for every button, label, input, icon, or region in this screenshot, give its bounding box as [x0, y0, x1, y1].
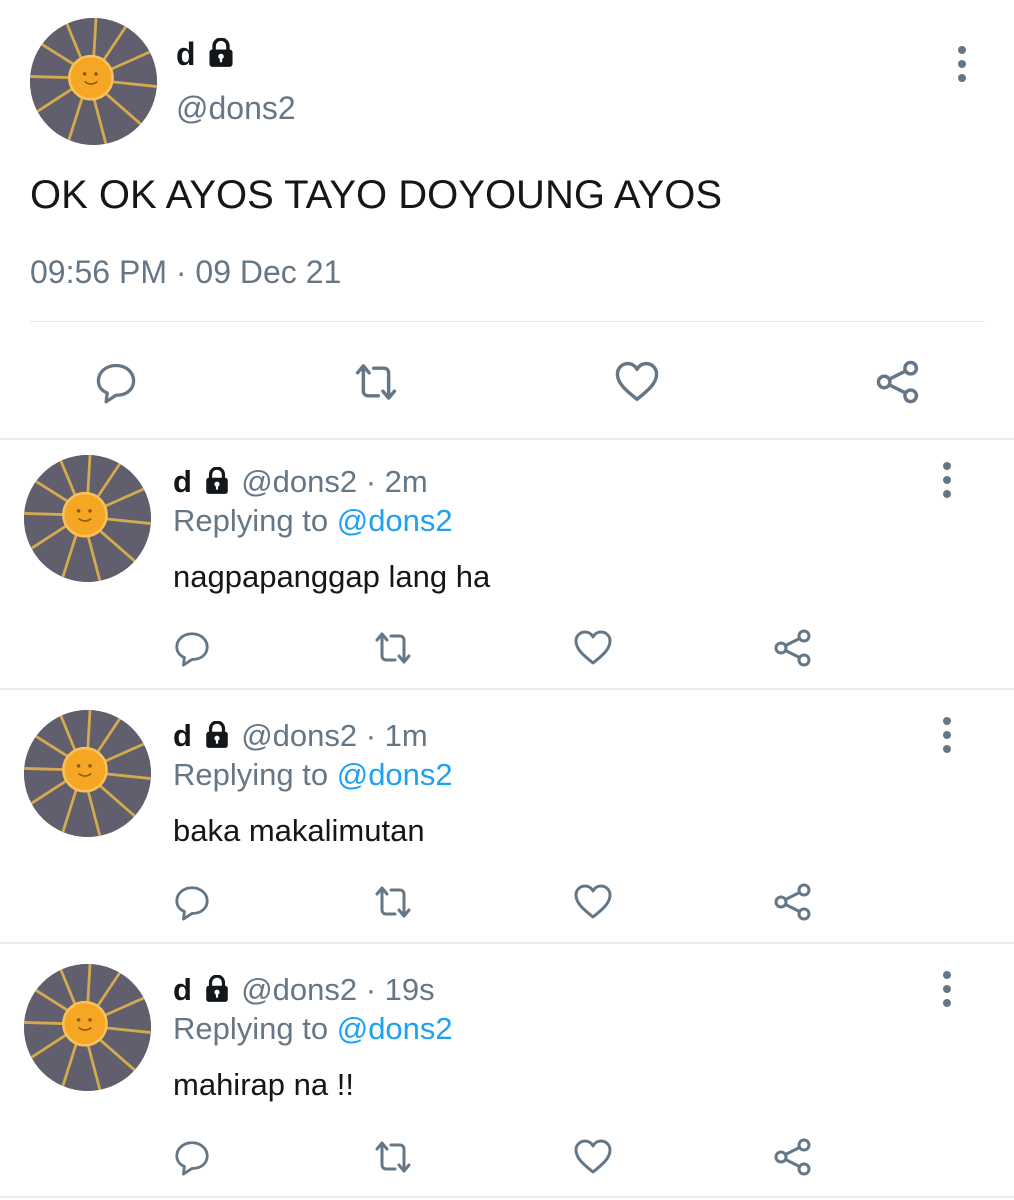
share-icon — [875, 359, 921, 405]
divider — [0, 1196, 1014, 1198]
divider — [30, 321, 985, 322]
time: 09:56 PM — [30, 254, 167, 290]
sun-avatar-icon — [24, 710, 151, 837]
replying-label: Replying to — [173, 757, 337, 792]
retweet-button[interactable] — [373, 882, 413, 922]
like-icon — [573, 628, 613, 668]
avatar[interactable] — [30, 18, 157, 145]
main-tweet-author[interactable]: d — [176, 36, 236, 72]
retweet-icon — [373, 628, 413, 668]
replying-handle-link[interactable]: @dons2 — [337, 757, 453, 792]
reply-text: mahirap na !! — [173, 1067, 354, 1102]
replying-label: Replying to — [173, 503, 337, 538]
separator: · — [175, 254, 187, 290]
sun-avatar-icon — [24, 964, 151, 1091]
share-icon — [773, 882, 813, 922]
reply-header: d @dons2 · 19s — [173, 972, 435, 1008]
retweet-icon — [373, 882, 413, 922]
reply-button[interactable] — [172, 628, 212, 668]
share-button[interactable] — [874, 358, 922, 406]
share-icon — [773, 1137, 813, 1177]
replying-to: Replying to @dons2 — [173, 757, 453, 793]
reply-button[interactable] — [172, 1137, 212, 1177]
reply-button[interactable] — [92, 358, 140, 406]
like-button[interactable] — [573, 628, 613, 668]
share-button[interactable] — [773, 628, 813, 668]
replying-handle-link[interactable]: @dons2 — [337, 1011, 453, 1046]
display-name: d — [176, 36, 196, 72]
display-name[interactable]: d — [173, 718, 192, 753]
handle-time: @dons2 · 2m — [241, 464, 428, 499]
share-icon — [773, 628, 813, 668]
retweet-button[interactable] — [373, 628, 413, 668]
more-options-icon[interactable] — [940, 462, 954, 498]
like-icon — [573, 1137, 613, 1177]
display-name[interactable]: d — [173, 464, 192, 499]
reply-header: d @dons2 · 2m — [173, 464, 428, 500]
like-icon — [614, 359, 660, 405]
display-name[interactable]: d — [173, 972, 192, 1007]
share-button[interactable] — [773, 1137, 813, 1177]
avatar[interactable] — [24, 455, 151, 582]
handle-time: @dons2 · 19s — [241, 972, 435, 1007]
more-options-icon[interactable] — [955, 46, 969, 82]
more-options-icon[interactable] — [940, 971, 954, 1007]
reply-text: baka makalimutan — [173, 813, 425, 848]
lock-icon — [203, 721, 231, 749]
date: 09 Dec 21 — [195, 254, 342, 290]
handle-time: @dons2 · 1m — [241, 718, 428, 753]
reply-icon — [173, 629, 211, 667]
retweet-icon — [353, 359, 399, 405]
avatar[interactable] — [24, 710, 151, 837]
more-options-icon[interactable] — [940, 717, 954, 753]
replying-to: Replying to @dons2 — [173, 1011, 453, 1047]
retweet-button[interactable] — [352, 358, 400, 406]
reply-icon — [173, 883, 211, 921]
like-icon — [573, 882, 613, 922]
share-button[interactable] — [773, 882, 813, 922]
reply-icon — [173, 1138, 211, 1176]
reply-button[interactable] — [172, 882, 212, 922]
lock-icon — [206, 38, 236, 68]
lock-icon — [203, 467, 231, 495]
divider — [0, 942, 1014, 944]
replying-handle-link[interactable]: @dons2 — [337, 503, 453, 538]
divider — [0, 438, 1014, 440]
handle: @dons2 — [176, 90, 296, 126]
tweet-timestamp: 09:56 PM · 09 Dec 21 — [30, 254, 341, 290]
retweet-button[interactable] — [373, 1137, 413, 1177]
like-button[interactable] — [613, 358, 661, 406]
avatar[interactable] — [24, 964, 151, 1091]
replying-to: Replying to @dons2 — [173, 503, 453, 539]
reply-header: d @dons2 · 1m — [173, 718, 428, 754]
like-button[interactable] — [573, 882, 613, 922]
lock-icon — [203, 975, 231, 1003]
sun-avatar-icon — [24, 455, 151, 582]
divider — [0, 688, 1014, 690]
reply-icon — [94, 360, 138, 404]
retweet-icon — [373, 1137, 413, 1177]
like-button[interactable] — [573, 1137, 613, 1177]
reply-text: nagpapanggap lang ha — [173, 559, 491, 594]
sun-avatar-icon — [30, 18, 157, 145]
replying-label: Replying to — [173, 1011, 337, 1046]
tweet-text: OK OK AYOS TAYO DOYOUNG AYOS — [30, 173, 723, 217]
